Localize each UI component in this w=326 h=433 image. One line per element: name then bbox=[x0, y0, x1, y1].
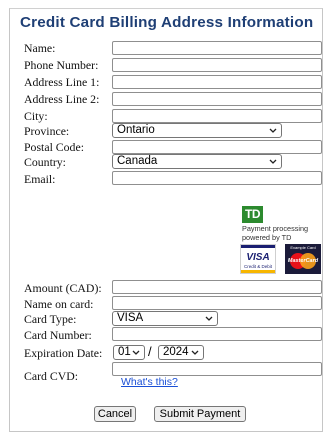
chevron-down-icon bbox=[205, 316, 213, 321]
expiration-separator: / bbox=[148, 344, 152, 359]
visa-logo-subtext: Credit & Debit bbox=[243, 264, 272, 269]
expiration-month-select[interactable]: 01 bbox=[113, 345, 145, 360]
phone-label: Phone Number: bbox=[24, 58, 99, 72]
chevron-down-icon bbox=[191, 350, 199, 355]
card-type-select[interactable]: VISA bbox=[112, 311, 218, 326]
expiration-year-value: 2024 bbox=[163, 346, 189, 358]
card-type-select-value: VISA bbox=[117, 312, 144, 324]
whats-this-link[interactable]: What's this? bbox=[121, 376, 178, 388]
province-select[interactable]: Ontario bbox=[112, 123, 282, 138]
card-cvd-input[interactable] bbox=[112, 362, 322, 376]
mastercard-logo: Example Card MasterCard bbox=[285, 244, 321, 274]
country-label: Country: bbox=[24, 155, 66, 169]
caption-line-1: Payment processing bbox=[242, 224, 309, 233]
caption-line-2: powered by TD bbox=[242, 233, 292, 242]
address-line-1-input[interactable] bbox=[112, 75, 322, 89]
address-line-1-label: Address Line 1: bbox=[24, 75, 100, 89]
address-line-2-label: Address Line 2: bbox=[24, 92, 100, 106]
chevron-down-icon bbox=[132, 350, 140, 355]
city-input[interactable] bbox=[112, 109, 322, 123]
expiration-month-value: 01 bbox=[118, 346, 131, 358]
province-select-value: Ontario bbox=[117, 124, 155, 136]
email-input[interactable] bbox=[112, 171, 322, 185]
submit-payment-button[interactable]: Submit Payment bbox=[154, 406, 246, 422]
email-label: Email: bbox=[24, 172, 56, 186]
cancel-button[interactable]: Cancel bbox=[94, 406, 136, 422]
address-line-2-input[interactable] bbox=[112, 92, 322, 106]
payment-processing-caption: Payment processing powered by TD bbox=[242, 224, 308, 242]
amount-input[interactable] bbox=[112, 280, 322, 294]
amount-label: Amount (CAD): bbox=[24, 281, 102, 295]
province-label: Province: bbox=[24, 124, 70, 138]
card-cvd-label: Card CVD: bbox=[24, 369, 79, 383]
country-select[interactable]: Canada bbox=[112, 154, 282, 169]
card-number-label: Card Number: bbox=[24, 328, 92, 342]
card-type-label: Card Type: bbox=[24, 312, 77, 326]
expiration-year-select[interactable]: 2024 bbox=[158, 345, 204, 360]
city-label: City: bbox=[24, 109, 48, 123]
name-input[interactable] bbox=[112, 41, 322, 55]
country-select-value: Canada bbox=[117, 155, 158, 167]
page-title: Credit Card Billing Address Information bbox=[20, 14, 314, 31]
name-label: Name: bbox=[24, 41, 56, 55]
chevron-down-icon bbox=[269, 159, 277, 164]
mastercard-top-text: Example Card bbox=[290, 245, 316, 250]
postal-code-label: Postal Code: bbox=[24, 140, 84, 154]
postal-code-input[interactable] bbox=[112, 140, 322, 154]
card-number-input[interactable] bbox=[112, 327, 322, 341]
expiration-date-label: Expiration Date: bbox=[24, 346, 103, 360]
mastercard-logo-text: MasterCard bbox=[287, 258, 319, 264]
visa-logo-text: VISA bbox=[246, 252, 270, 263]
td-logo: TD bbox=[242, 206, 263, 223]
name-on-card-input[interactable] bbox=[112, 296, 322, 310]
visa-logo: VISA Credit & Debit bbox=[240, 244, 276, 274]
chevron-down-icon bbox=[269, 128, 277, 133]
name-on-card-label: Name on card: bbox=[24, 297, 94, 311]
phone-input[interactable] bbox=[112, 58, 322, 72]
